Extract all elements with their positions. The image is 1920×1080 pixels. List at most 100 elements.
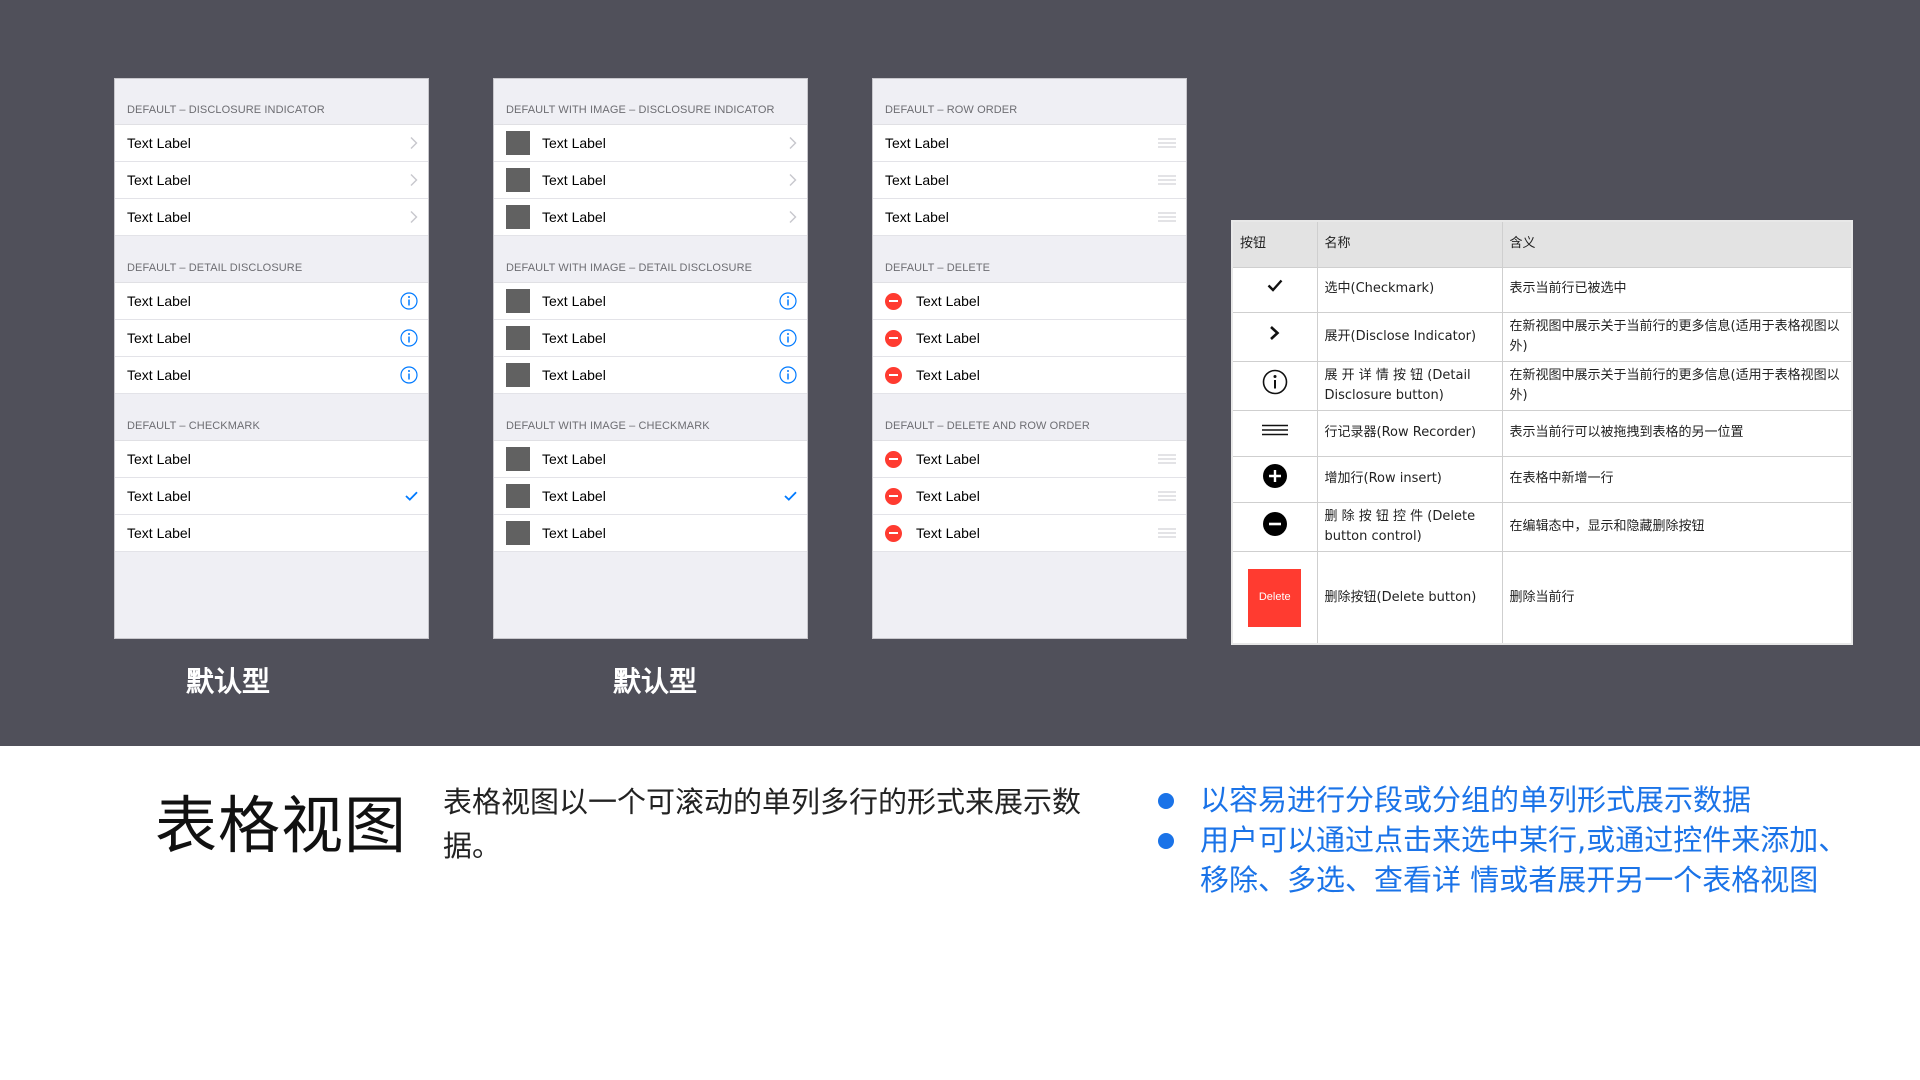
delete-control-icon[interactable] <box>885 487 902 505</box>
row-label: Text Label <box>916 367 980 383</box>
legend-name-cell: 删除按钮(Delete button) <box>1316 551 1503 645</box>
reorder-grip-icon[interactable] <box>1158 175 1176 185</box>
legend-row: 增加行(Row insert) 在表格中新增一行 <box>1231 456 1853 504</box>
table-row[interactable]: Text Label <box>494 320 807 357</box>
panel-caption-default-image: 默认型 <box>613 665 698 698</box>
info-icon[interactable] <box>779 329 797 347</box>
bullet-dot-icon <box>1158 793 1174 809</box>
table-row[interactable]: Text Label <box>115 320 428 357</box>
chevron-right-icon[interactable] <box>410 137 418 150</box>
legend-header-row: 按钮 名称 含义 <box>1231 220 1853 268</box>
legend-icon-cell <box>1231 360 1318 412</box>
table-row[interactable]: Text Label <box>115 199 428 236</box>
section-header: DEFAULT – CHECKMARK <box>115 394 428 441</box>
reorder-grip-icon[interactable] <box>1158 528 1176 538</box>
row-label: Text Label <box>127 525 191 541</box>
table-row[interactable]: Text Label <box>494 515 807 552</box>
table-row[interactable]: Text Label <box>494 478 807 515</box>
delete-button-swatch-label: Delete <box>1248 568 1302 627</box>
legend-row: 行记录器(Row Recorder) 表示当前行可以被拖拽到表格的另一位置 <box>1231 410 1853 458</box>
legend-name-cell: 展开(Disclose Indicator) <box>1316 311 1503 362</box>
delete-control-icon[interactable] <box>885 524 902 542</box>
page-description: 表格视图以一个可滚动的单列多行的形式来展示数据。 <box>443 785 1082 863</box>
section-header: DEFAULT WITH IMAGE – DISCLOSURE INDICATO… <box>494 79 807 125</box>
chevron-right-icon[interactable] <box>789 174 797 187</box>
legend-name-cell: 删 除 按 钮 控 件 (Delete button control) <box>1316 502 1503 553</box>
table-row[interactable]: Text Label <box>873 199 1186 236</box>
table-row[interactable]: Text Label <box>115 125 428 162</box>
row-image-thumbnail <box>506 289 530 313</box>
row-label: Text Label <box>127 488 191 504</box>
legend-name-cell: 行记录器(Row Recorder) <box>1316 410 1503 458</box>
table-row[interactable]: Text Label <box>115 441 428 478</box>
table-row[interactable]: Text Label <box>494 125 807 162</box>
info-icon[interactable] <box>779 292 797 310</box>
legend-row: 选中(Checkmark) 表示当前行已被选中 <box>1231 266 1853 313</box>
row-label: Text Label <box>542 172 606 188</box>
legend-header-button: 按钮 <box>1231 220 1318 268</box>
delete-control-icon[interactable] <box>885 329 902 347</box>
table-row[interactable]: Text Label <box>115 478 428 515</box>
reorder-grip-icon[interactable] <box>1158 454 1176 464</box>
feature-bullets: 以容易进行分段或分组的单列形式展示数据 用户可以通过点击来选中某行,或通过控件来… <box>1158 780 1858 900</box>
chevron-right-icon[interactable] <box>789 137 797 150</box>
row-image-thumbnail <box>506 131 530 155</box>
table-row[interactable]: Text Label <box>873 320 1186 357</box>
delete-control-icon[interactable] <box>885 366 902 384</box>
table-row[interactable]: Text Label <box>873 357 1186 394</box>
row-label: Text Label <box>542 209 606 225</box>
legend-name-cell: 展 开 详 情 按 钮 (Detail Disclosure button) <box>1316 360 1503 412</box>
chevron-right-icon[interactable] <box>410 211 418 224</box>
chevron-right-icon[interactable] <box>410 174 418 187</box>
row-label: Text Label <box>542 451 606 467</box>
row-image-thumbnail <box>506 326 530 350</box>
row-label: Text Label <box>127 293 191 309</box>
row-image-thumbnail <box>506 521 530 545</box>
legend-meaning-cell: 在编辑态中，显示和隐藏删除按钮 <box>1501 502 1853 553</box>
legend-row: 展 开 详 情 按 钮 (Detail Disclosure button) 在新… <box>1231 360 1853 412</box>
table-row[interactable]: Text Label <box>873 162 1186 199</box>
table-row[interactable]: Text Label <box>873 125 1186 162</box>
reorder-grip-icon[interactable] <box>1158 212 1176 222</box>
info-icon[interactable] <box>400 292 418 310</box>
section-header: DEFAULT – DETAIL DISCLOSURE <box>115 236 428 283</box>
table-view-demo-panel: DEFAULT WITH IMAGE – DISCLOSURE INDICATO… <box>493 78 808 639</box>
bullet-dot-icon <box>1158 833 1174 849</box>
reorder-grip-icon <box>1261 424 1288 436</box>
section-header: DEFAULT WITH IMAGE – CHECKMARK <box>494 394 807 441</box>
row-label: Text Label <box>542 367 606 383</box>
table-row[interactable]: Text Label <box>115 357 428 394</box>
bullet-text: 以容易进行分段或分组的单列形式展示数据 <box>1200 783 1752 817</box>
table-row[interactable]: Text Label <box>115 283 428 320</box>
row-label: Text Label <box>127 451 191 467</box>
row-label: Text Label <box>542 488 606 504</box>
chevron-right-icon[interactable] <box>789 211 797 224</box>
delete-control-icon[interactable] <box>885 450 902 468</box>
reorder-grip-icon[interactable] <box>1158 491 1176 501</box>
info-icon[interactable] <box>400 366 418 384</box>
section-header: DEFAULT – DELETE <box>873 236 1186 283</box>
table-row[interactable]: Text Label <box>494 283 807 320</box>
info-icon <box>1262 369 1288 395</box>
table-row[interactable]: Text Label <box>494 357 807 394</box>
info-icon[interactable] <box>779 366 797 384</box>
info-icon[interactable] <box>400 329 418 347</box>
table-row[interactable]: Text Label <box>115 162 428 199</box>
legend-icon-cell: Delete <box>1231 551 1318 645</box>
table-row[interactable]: Text Label <box>873 478 1186 515</box>
table-row[interactable]: Text Label <box>873 441 1186 478</box>
row-label: Text Label <box>916 293 980 309</box>
table-row[interactable]: Text Label <box>494 199 807 236</box>
legend-row: Delete 删除按钮(Delete button) 删除当前行 <box>1231 551 1853 645</box>
reorder-grip-icon[interactable] <box>1158 138 1176 148</box>
section-header: DEFAULT – DELETE AND ROW ORDER <box>873 394 1186 441</box>
table-row[interactable]: Text Label <box>494 441 807 478</box>
table-row[interactable]: Text Label <box>494 162 807 199</box>
delete-control-icon[interactable] <box>885 292 902 310</box>
table-row[interactable]: Text Label <box>115 515 428 552</box>
chevron-right-icon <box>1269 325 1280 341</box>
table-row[interactable]: Text Label <box>873 283 1186 320</box>
panel-caption-default: 默认型 <box>186 665 271 698</box>
table-row[interactable]: Text Label <box>873 515 1186 552</box>
row-label: Text Label <box>542 330 606 346</box>
